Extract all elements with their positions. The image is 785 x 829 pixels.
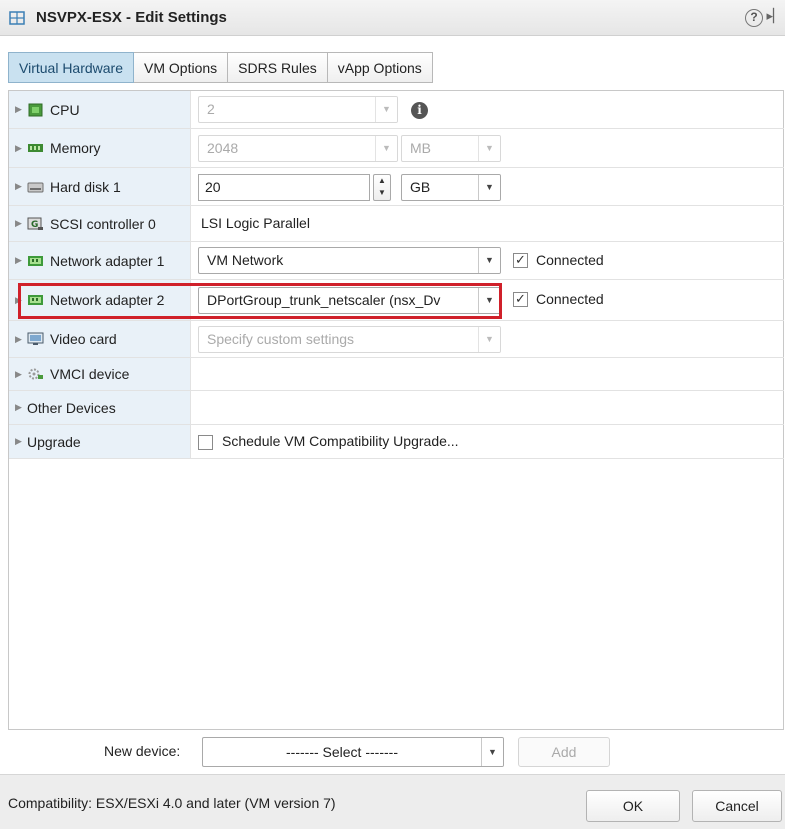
memory-label: Memory: [50, 140, 101, 156]
schedule-upgrade-label: Schedule VM Compatibility Upgrade...: [222, 433, 459, 449]
network-adapter-2-connected-label: Connected: [536, 291, 604, 307]
tab-bar: Virtual Hardware VM Options SDRS Rules v…: [8, 52, 433, 83]
compatibility-text: Compatibility: ESX/ESXi 4.0 and later (V…: [8, 795, 336, 811]
expand-caret-icon[interactable]: ▶: [15, 436, 27, 447]
virtual-hardware-table: ▶ CPU 2 ▼ i ▶ Memory 2048 ▼ MB ▼ ▶ Hard …: [8, 90, 784, 730]
video-card-label-cell[interactable]: ▶ Video card: [9, 321, 191, 357]
svg-text:G: G: [31, 220, 38, 230]
memory-unit-select[interactable]: MB ▼: [401, 135, 501, 162]
tab-vm-options[interactable]: VM Options: [134, 52, 229, 83]
network-adapter-1-label: Network adapter 1: [50, 252, 165, 269]
cpu-count-select[interactable]: 2 ▼: [198, 96, 398, 123]
video-card-value: Specify custom settings: [207, 331, 355, 347]
add-device-button[interactable]: Add: [518, 737, 610, 767]
other-devices-label: Other Devices: [27, 399, 116, 416]
hardware-row-upgrade: ▶ Upgrade Schedule VM Compatibility Upgr…: [9, 425, 784, 459]
hard-disk-label-cell[interactable]: ▶ Hard disk 1: [9, 168, 191, 205]
hard-disk-size-stepper[interactable]: ▲ ▼: [373, 174, 391, 201]
new-device-select-value: ------- Select -------: [286, 744, 398, 760]
hardware-row-other-devices: ▶ Other Devices: [9, 391, 784, 425]
network-adapter-1-select[interactable]: VM Network ▼: [198, 247, 501, 274]
hardware-row-vmci-device: ▶ VMCI device: [9, 358, 784, 391]
network-adapter-1-connected-label: Connected: [536, 252, 604, 268]
expand-caret-icon[interactable]: ▶: [15, 369, 27, 380]
hardware-row-memory: ▶ Memory 2048 ▼ MB ▼: [9, 129, 784, 168]
vm-window-icon: [9, 10, 25, 25]
hard-disk-size-input[interactable]: 20: [198, 174, 370, 201]
info-icon[interactable]: i: [411, 102, 428, 119]
expand-caret-icon[interactable]: ▶: [15, 181, 27, 192]
expand-caret-icon[interactable]: ▶: [15, 218, 27, 229]
dialog-footer: Compatibility: ESX/ESXi 4.0 and later (V…: [0, 774, 785, 829]
tab-vapp-options[interactable]: vApp Options: [327, 52, 433, 83]
memory-size-value: 2048: [207, 140, 239, 156]
memory-label-cell[interactable]: ▶ Memory: [9, 129, 191, 167]
schedule-upgrade-checkbox[interactable]: [198, 435, 213, 450]
hardware-row-network-adapter-1: ▶ Network adapter 1 VM Network ▼ ✓ Conne…: [9, 242, 784, 280]
scsi-controller-label: SCSI controller 0: [50, 215, 156, 232]
expand-caret-icon[interactable]: ▶: [15, 334, 27, 345]
cancel-button[interactable]: Cancel: [692, 790, 782, 822]
chevron-down-icon: ▼: [375, 97, 397, 122]
video-card-label: Video card: [50, 331, 117, 347]
network-adapter-1-connected-checkbox[interactable]: ✓: [513, 253, 528, 268]
memory-unit-value: MB: [410, 140, 431, 156]
new-device-label: New device:: [104, 743, 181, 759]
hardware-row-scsi-controller: ▶ G SCSI controller 0 LSI Logic Parallel: [9, 206, 784, 242]
vmci-device-icon: [28, 368, 43, 380]
title-bar: NSVPX-ESX - Edit Settings ? ▸▏: [0, 0, 785, 36]
hardware-row-hard-disk: ▶ Hard disk 1 20 ▲ ▼ GB ▼: [9, 168, 784, 206]
scsi-controller-icon: G: [27, 217, 43, 230]
expand-caret-icon[interactable]: ▶: [15, 402, 27, 413]
upgrade-label-cell[interactable]: ▶ Upgrade: [9, 425, 191, 458]
hard-disk-icon: [27, 182, 44, 192]
chevron-down-icon: ▼: [481, 738, 503, 766]
chevron-down-icon: ▼: [478, 248, 500, 273]
scsi-controller-type: LSI Logic Parallel: [201, 215, 310, 231]
upgrade-label: Upgrade: [27, 433, 81, 450]
ok-button[interactable]: OK: [586, 790, 680, 822]
vmci-device-label: VMCI device: [50, 366, 130, 382]
help-icon[interactable]: ?: [745, 9, 763, 27]
chevron-down-icon: ▼: [478, 175, 500, 200]
cpu-label-cell[interactable]: ▶ CPU: [9, 91, 191, 128]
vmci-device-label-cell[interactable]: ▶ VMCI device: [9, 358, 191, 390]
cpu-count-value: 2: [207, 101, 215, 117]
network-adapter-icon: [28, 255, 43, 266]
window-title: NSVPX-ESX - Edit Settings: [36, 9, 227, 26]
chevron-down-icon: ▼: [375, 136, 397, 161]
annotation-highlight-box: [18, 283, 502, 319]
scsi-controller-label-cell[interactable]: ▶ G SCSI controller 0: [9, 206, 191, 241]
cpu-label: CPU: [50, 101, 80, 118]
cpu-icon: [28, 103, 43, 116]
network-adapter-1-label-cell[interactable]: ▶ Network adapter 1: [9, 242, 191, 279]
hard-disk-label: Hard disk 1: [50, 178, 121, 195]
hardware-row-video-card: ▶ Video card Specify custom settings ▼: [9, 321, 784, 358]
expand-caret-icon[interactable]: ▶: [15, 143, 27, 154]
new-device-select[interactable]: ------- Select ------- ▼: [202, 737, 504, 767]
tab-virtual-hardware[interactable]: Virtual Hardware: [8, 52, 135, 83]
hard-disk-unit-select[interactable]: GB ▼: [401, 174, 501, 201]
chevron-down-icon: ▼: [478, 136, 500, 161]
network-adapter-2-connected-checkbox[interactable]: ✓: [513, 292, 528, 307]
hardware-row-cpu: ▶ CPU 2 ▼ i: [9, 91, 784, 129]
network-adapter-1-value: VM Network: [207, 252, 284, 268]
hard-disk-unit-value: GB: [410, 179, 431, 195]
memory-size-select[interactable]: 2048 ▼: [198, 135, 398, 162]
expand-caret-icon[interactable]: ▶: [15, 255, 27, 266]
memory-icon: [28, 144, 43, 152]
tab-sdrs-rules[interactable]: SDRS Rules: [228, 52, 328, 83]
other-devices-label-cell[interactable]: ▶ Other Devices: [9, 391, 191, 424]
expand-icon[interactable]: ▸▏: [766, 8, 783, 24]
chevron-down-icon: ▼: [478, 327, 500, 352]
expand-caret-icon[interactable]: ▶: [15, 104, 27, 115]
video-card-icon: [27, 332, 44, 345]
video-card-select[interactable]: Specify custom settings ▼: [198, 326, 501, 353]
